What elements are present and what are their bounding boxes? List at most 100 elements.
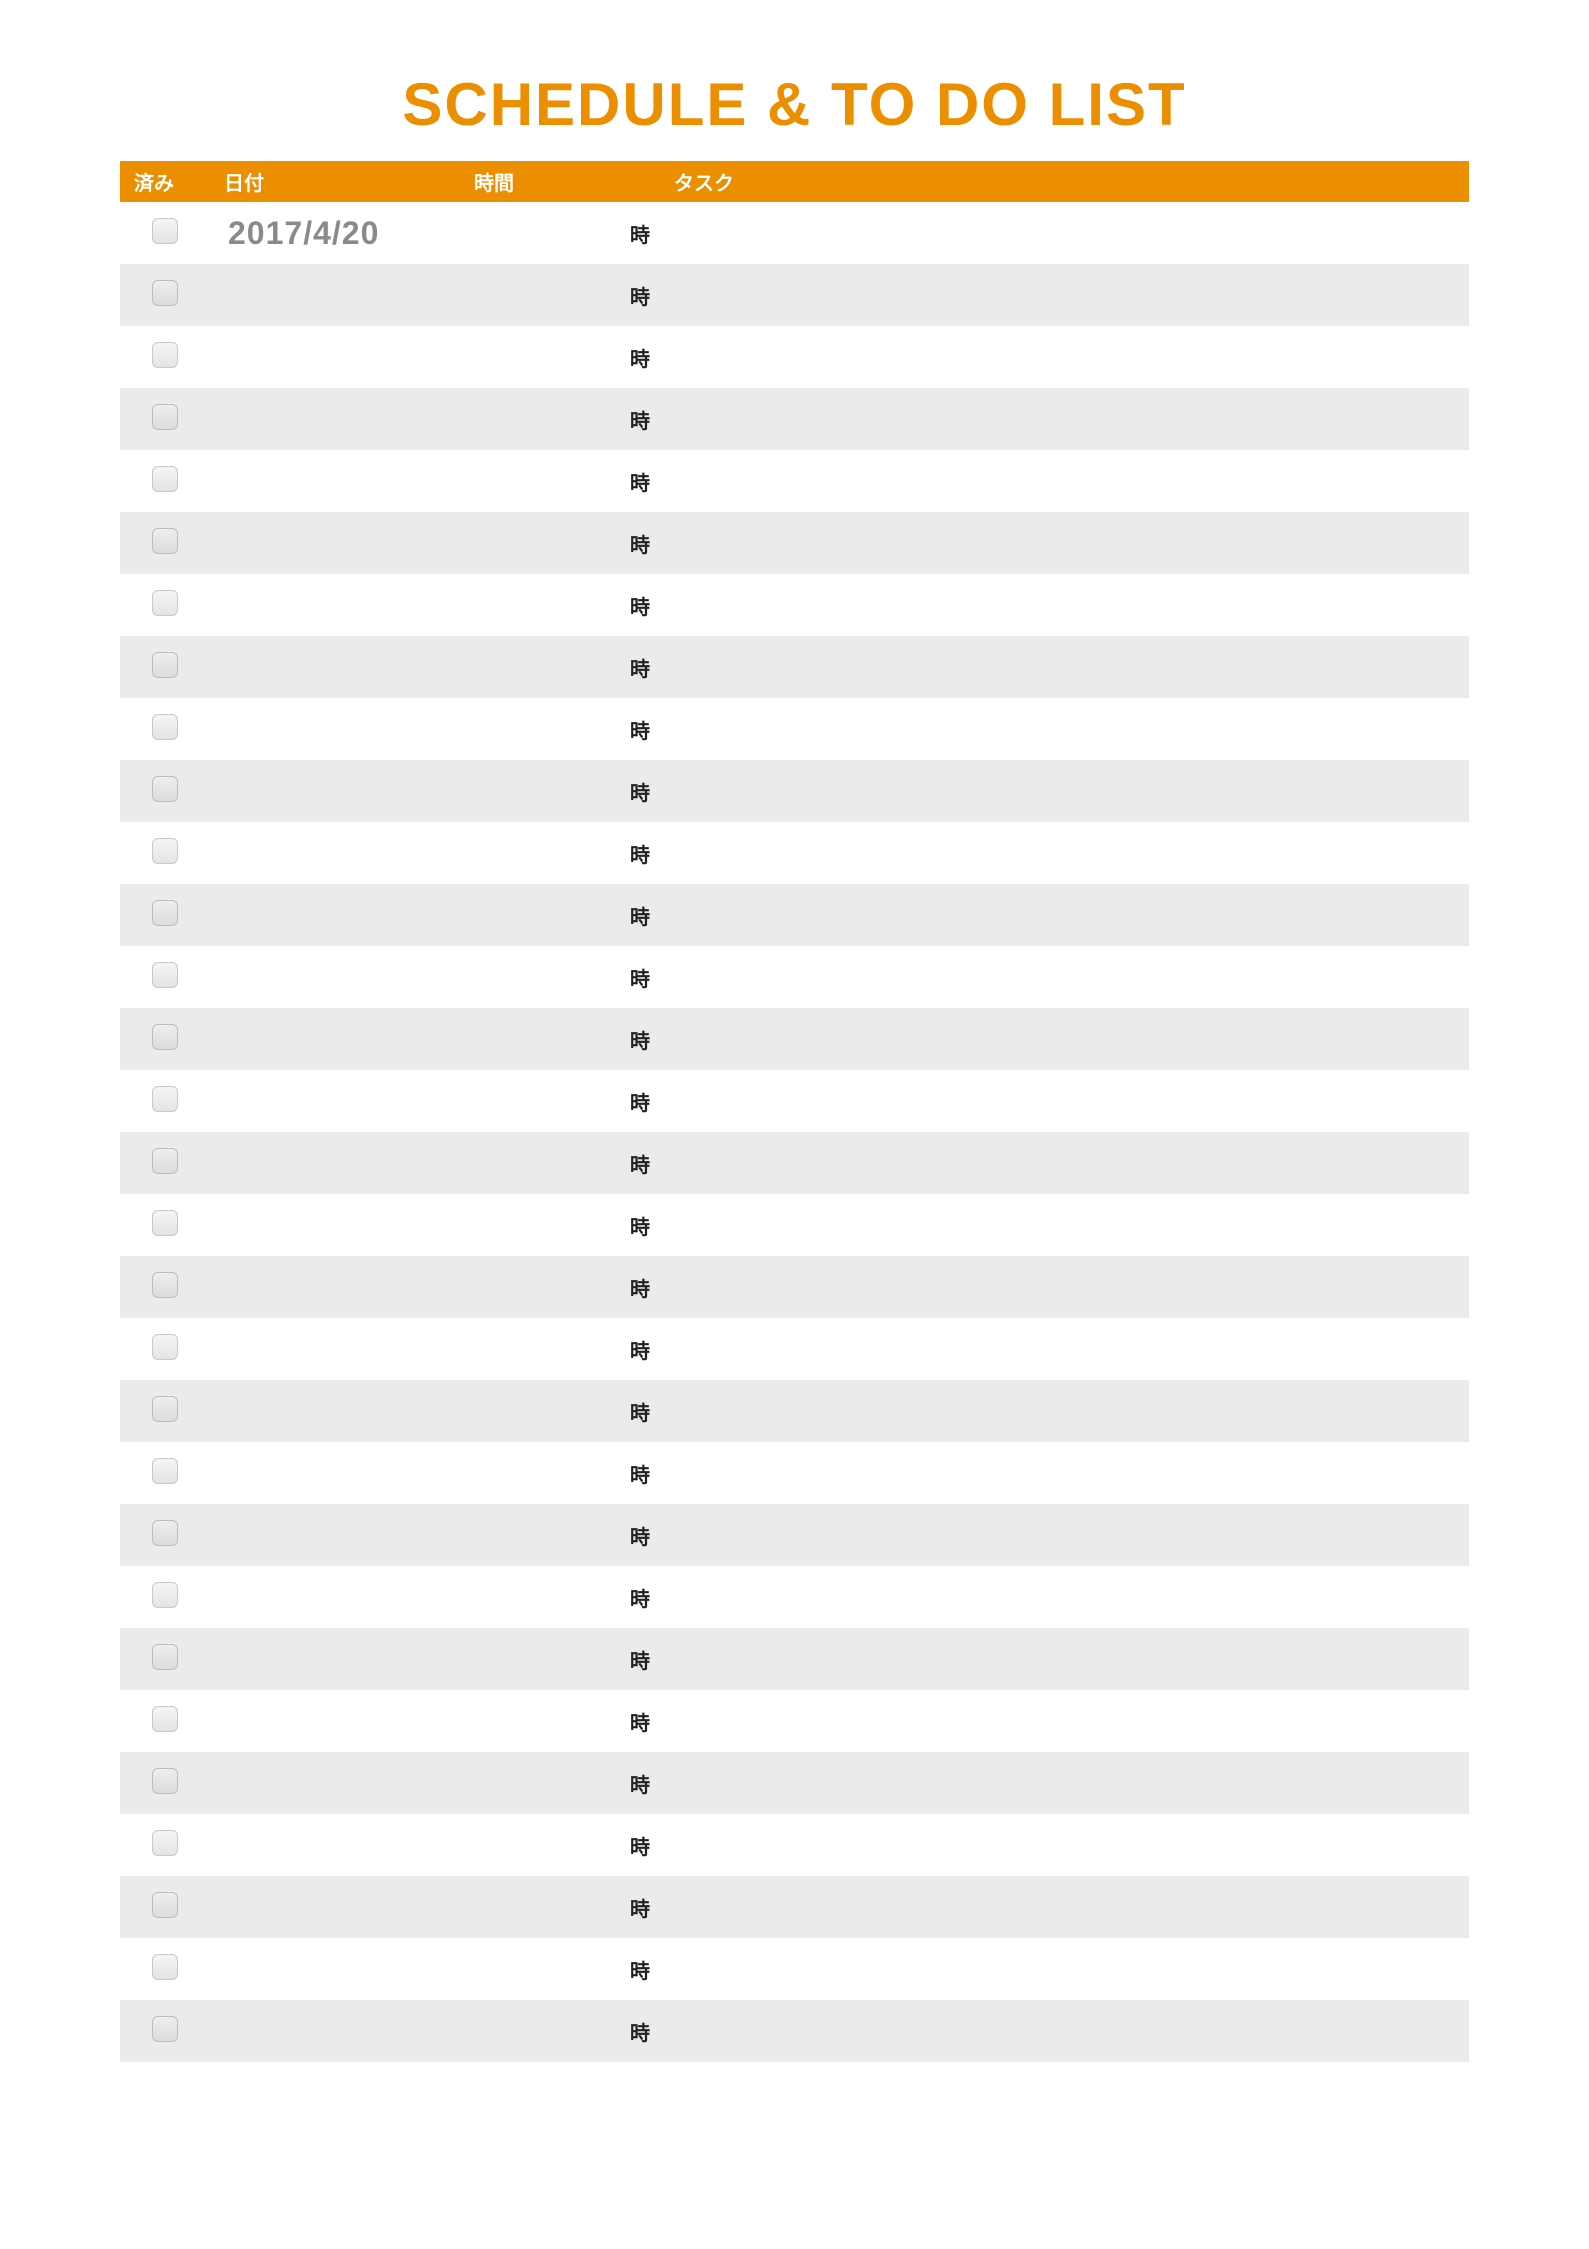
- date-cell[interactable]: [210, 946, 460, 1008]
- task-cell[interactable]: [660, 1070, 1469, 1132]
- done-checkbox[interactable]: [152, 1334, 178, 1360]
- done-checkbox[interactable]: [152, 1458, 178, 1484]
- task-cell[interactable]: [660, 512, 1469, 574]
- time-cell[interactable]: 時: [460, 326, 660, 388]
- date-cell[interactable]: [210, 1070, 460, 1132]
- done-checkbox[interactable]: [152, 1148, 178, 1174]
- done-checkbox[interactable]: [152, 1954, 178, 1980]
- time-cell[interactable]: 時: [460, 822, 660, 884]
- date-cell[interactable]: [210, 512, 460, 574]
- task-cell[interactable]: [660, 760, 1469, 822]
- task-cell[interactable]: [660, 1380, 1469, 1442]
- date-cell[interactable]: [210, 1442, 460, 1504]
- time-cell[interactable]: 時: [460, 512, 660, 574]
- date-cell[interactable]: [210, 1318, 460, 1380]
- done-checkbox[interactable]: [152, 776, 178, 802]
- date-cell[interactable]: [210, 326, 460, 388]
- task-cell[interactable]: [660, 822, 1469, 884]
- date-cell[interactable]: [210, 1132, 460, 1194]
- time-cell[interactable]: 時: [460, 1628, 660, 1690]
- date-cell[interactable]: [210, 884, 460, 946]
- time-cell[interactable]: 時: [460, 1380, 660, 1442]
- date-cell[interactable]: [210, 1566, 460, 1628]
- task-cell[interactable]: [660, 202, 1469, 264]
- date-cell[interactable]: [210, 1504, 460, 1566]
- time-cell[interactable]: 時: [460, 1938, 660, 2000]
- done-checkbox[interactable]: [152, 1892, 178, 1918]
- task-cell[interactable]: [660, 2000, 1469, 2062]
- date-cell[interactable]: [210, 1876, 460, 1938]
- task-cell[interactable]: [660, 636, 1469, 698]
- date-cell[interactable]: [210, 1814, 460, 1876]
- task-cell[interactable]: [660, 1318, 1469, 1380]
- time-cell[interactable]: 時: [460, 450, 660, 512]
- task-cell[interactable]: [660, 1566, 1469, 1628]
- time-cell[interactable]: 時: [460, 698, 660, 760]
- time-cell[interactable]: 時: [460, 1752, 660, 1814]
- date-cell[interactable]: [210, 1380, 460, 1442]
- task-cell[interactable]: [660, 1690, 1469, 1752]
- done-checkbox[interactable]: [152, 1086, 178, 1112]
- done-checkbox[interactable]: [152, 1644, 178, 1670]
- time-cell[interactable]: 時: [460, 1070, 660, 1132]
- done-checkbox[interactable]: [152, 218, 178, 244]
- done-checkbox[interactable]: [152, 838, 178, 864]
- task-cell[interactable]: [660, 1938, 1469, 2000]
- task-cell[interactable]: [660, 450, 1469, 512]
- done-checkbox[interactable]: [152, 280, 178, 306]
- done-checkbox[interactable]: [152, 1520, 178, 1546]
- done-checkbox[interactable]: [152, 528, 178, 554]
- date-cell[interactable]: [210, 1256, 460, 1318]
- task-cell[interactable]: [660, 1008, 1469, 1070]
- date-cell[interactable]: [210, 1690, 460, 1752]
- time-cell[interactable]: 時: [460, 1132, 660, 1194]
- date-cell[interactable]: [210, 388, 460, 450]
- task-cell[interactable]: [660, 1442, 1469, 1504]
- task-cell[interactable]: [660, 326, 1469, 388]
- done-checkbox[interactable]: [152, 466, 178, 492]
- done-checkbox[interactable]: [152, 1706, 178, 1732]
- done-checkbox[interactable]: [152, 590, 178, 616]
- date-cell[interactable]: [210, 698, 460, 760]
- date-cell[interactable]: [210, 450, 460, 512]
- task-cell[interactable]: [660, 1132, 1469, 1194]
- done-checkbox[interactable]: [152, 1024, 178, 1050]
- date-cell[interactable]: [210, 1938, 460, 2000]
- done-checkbox[interactable]: [152, 2016, 178, 2042]
- task-cell[interactable]: [660, 946, 1469, 1008]
- date-cell[interactable]: [210, 760, 460, 822]
- time-cell[interactable]: 時: [460, 1876, 660, 1938]
- time-cell[interactable]: 時: [460, 1256, 660, 1318]
- date-cell[interactable]: [210, 1752, 460, 1814]
- done-checkbox[interactable]: [152, 900, 178, 926]
- task-cell[interactable]: [660, 698, 1469, 760]
- date-cell[interactable]: [210, 822, 460, 884]
- date-cell[interactable]: [210, 264, 460, 326]
- time-cell[interactable]: 時: [460, 388, 660, 450]
- time-cell[interactable]: 時: [460, 2000, 660, 2062]
- date-cell[interactable]: [210, 1628, 460, 1690]
- date-cell[interactable]: [210, 1008, 460, 1070]
- done-checkbox[interactable]: [152, 714, 178, 740]
- time-cell[interactable]: 時: [460, 636, 660, 698]
- task-cell[interactable]: [660, 1504, 1469, 1566]
- time-cell[interactable]: 時: [460, 264, 660, 326]
- done-checkbox[interactable]: [152, 1768, 178, 1794]
- date-cell[interactable]: [210, 574, 460, 636]
- date-cell[interactable]: [210, 1194, 460, 1256]
- task-cell[interactable]: [660, 1628, 1469, 1690]
- task-cell[interactable]: [660, 1752, 1469, 1814]
- time-cell[interactable]: 時: [460, 1194, 660, 1256]
- time-cell[interactable]: 時: [460, 574, 660, 636]
- time-cell[interactable]: 時: [460, 1504, 660, 1566]
- time-cell[interactable]: 時: [460, 1814, 660, 1876]
- time-cell[interactable]: 時: [460, 884, 660, 946]
- task-cell[interactable]: [660, 884, 1469, 946]
- task-cell[interactable]: [660, 1194, 1469, 1256]
- done-checkbox[interactable]: [152, 652, 178, 678]
- time-cell[interactable]: 時: [460, 1442, 660, 1504]
- done-checkbox[interactable]: [152, 1830, 178, 1856]
- task-cell[interactable]: [660, 264, 1469, 326]
- done-checkbox[interactable]: [152, 1210, 178, 1236]
- time-cell[interactable]: 時: [460, 760, 660, 822]
